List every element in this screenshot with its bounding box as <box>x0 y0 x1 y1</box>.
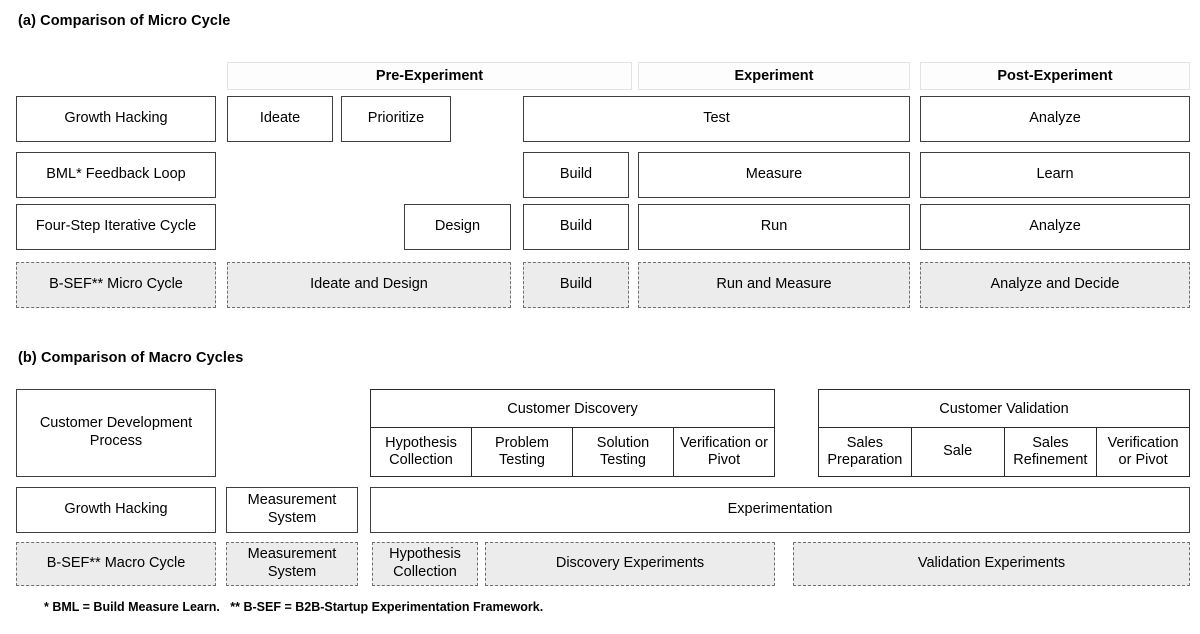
micro-row-label-four-step-iterative-cycle: Four-Step Iterative Cycle <box>16 204 216 250</box>
micro-cell-build-bsef: Build <box>523 262 629 308</box>
phase-header-post-experiment: Post-Experiment <box>920 62 1190 90</box>
micro-cell-run-and-measure: Run and Measure <box>638 262 910 308</box>
micro-row-label-bml-feedback-loop: BML* Feedback Loop <box>16 152 216 198</box>
macro-row-label-customer-development-process: Customer Development Process <box>16 389 216 477</box>
macro-cell-verification-or-pivot-discovery: Verification or Pivot <box>680 434 768 468</box>
macro-cell-sales-refinement: Sales Refinement <box>1005 428 1098 476</box>
macro-group-title-customer-validation: Customer Validation <box>819 390 1189 428</box>
micro-row-label-growth-hacking: Growth Hacking <box>16 96 216 142</box>
phase-header-pre-experiment: Pre-Experiment <box>227 62 632 90</box>
micro-cell-test: Test <box>523 96 910 142</box>
macro-row-label-growth-hacking: Growth Hacking <box>16 487 216 533</box>
macro-row-label-bsef-macro-cycle: B-SEF** Macro Cycle <box>16 542 216 586</box>
micro-cell-build-four-step: Build <box>523 204 629 250</box>
micro-cell-analyze-and-decide: Analyze and Decide <box>920 262 1190 308</box>
section-a-title: (a) Comparison of Micro Cycle <box>18 13 231 29</box>
micro-row-label-bsef-micro-cycle: B-SEF** Micro Cycle <box>16 262 216 308</box>
macro-cell-sale: Sale <box>912 428 1005 476</box>
macro-group-cells-customer-discovery: Hypothesis Collection Problem Testing So… <box>371 428 774 476</box>
micro-cell-analyze: Analyze <box>920 96 1190 142</box>
macro-cell-verification-or-pivot-validation: Verification or Pivot <box>1107 434 1179 468</box>
micro-cell-design: Design <box>404 204 511 250</box>
macro-cell-hypothesis-collection: Hypothesis Collection <box>371 428 472 476</box>
section-b-title: (b) Comparison of Macro Cycles <box>18 350 244 366</box>
micro-cell-analyze-four-step: Analyze <box>920 204 1190 250</box>
macro-cell-sales-preparation: Sales Preparation <box>819 428 912 476</box>
micro-cell-build-bml: Build <box>523 152 629 198</box>
micro-cell-measure: Measure <box>638 152 910 198</box>
micro-cell-prioritize: Prioritize <box>341 96 451 142</box>
macro-group-title-customer-discovery: Customer Discovery <box>371 390 774 428</box>
micro-cell-run: Run <box>638 204 910 250</box>
micro-cell-learn: Learn <box>920 152 1190 198</box>
macro-cell-hypothesis-collection-bsef: Hypothesis Collection <box>372 542 478 586</box>
phase-header-experiment: Experiment <box>638 62 910 90</box>
macro-cell-solution-testing: Solution Testing <box>573 428 674 476</box>
macro-cell-discovery-experiments: Discovery Experiments <box>485 542 775 586</box>
macro-group-cells-customer-validation: Sales Preparation Sale Sales Refinement … <box>819 428 1189 476</box>
micro-cell-ideate: Ideate <box>227 96 333 142</box>
macro-cell-measurement-system-gh: Measurement System <box>226 487 358 533</box>
figure-canvas: (a) Comparison of Micro Cycle Pre-Experi… <box>0 0 1200 634</box>
macro-group-customer-validation: Customer Validation Sales Preparation Sa… <box>818 389 1190 477</box>
macro-group-customer-discovery: Customer Discovery Hypothesis Collection… <box>370 389 775 477</box>
micro-cell-ideate-and-design: Ideate and Design <box>227 262 511 308</box>
macro-cell-validation-experiments: Validation Experiments <box>793 542 1190 586</box>
macro-cell-problem-testing: Problem Testing <box>472 428 573 476</box>
figure-footnote: * BML = Build Measure Learn. ** B-SEF = … <box>44 600 544 614</box>
macro-cell-measurement-system-bsef: Measurement System <box>226 542 358 586</box>
macro-cell-experimentation: Experimentation <box>370 487 1190 533</box>
